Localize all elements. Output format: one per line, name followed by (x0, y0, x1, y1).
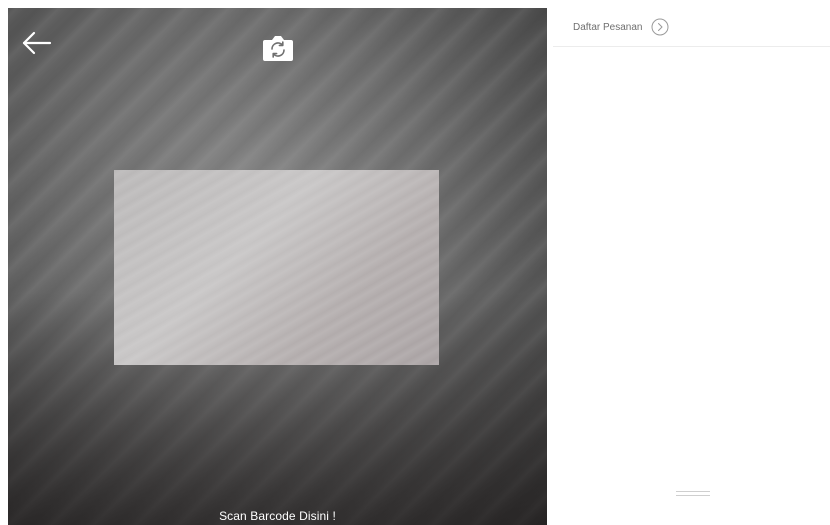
order-list-panel: Daftar Pesanan (553, 8, 830, 525)
drag-handle[interactable] (676, 491, 710, 497)
scan-instruction-text: Scan Barcode Disini ! (219, 509, 336, 523)
back-button[interactable] (18, 28, 54, 58)
drag-handle-line (676, 495, 710, 496)
order-list-title: Daftar Pesanan (573, 21, 643, 33)
flip-camera-button[interactable] (260, 32, 296, 64)
scan-target-area (114, 170, 439, 365)
camera-switch-icon (263, 36, 293, 61)
app-frame: Scan Barcode Disini ! Daftar Pesanan (0, 0, 830, 525)
camera-preview: Scan Barcode Disini ! (8, 8, 547, 525)
chevron-right-circle-icon[interactable] (651, 18, 669, 36)
order-list-header[interactable]: Daftar Pesanan (553, 8, 830, 47)
drag-handle-line (676, 491, 710, 492)
arrow-left-icon (22, 31, 52, 55)
